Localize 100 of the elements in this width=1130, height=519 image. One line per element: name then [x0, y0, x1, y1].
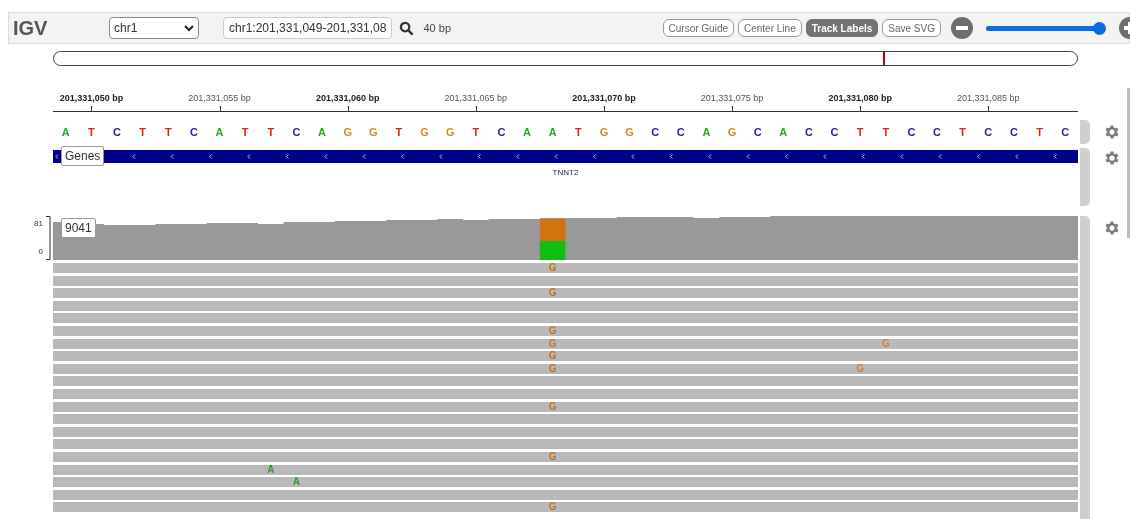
ruler-label: 201,331,065 bp — [444, 92, 508, 105]
sequence-base: G — [624, 124, 635, 140]
read-alignment[interactable]: G — [53, 325, 1078, 336]
chromosome-select[interactable]: chr1 — [109, 17, 199, 39]
read-alignment[interactable] — [53, 489, 1078, 500]
read-alignment[interactable]: G — [53, 351, 1078, 362]
sequence-base: A — [522, 124, 533, 140]
mismatch-base: G — [548, 400, 557, 413]
toolbar-button[interactable]: Track Labels — [805, 19, 879, 37]
sequence-base: C — [983, 124, 994, 140]
sequence-base: C — [829, 124, 840, 140]
sequence-base: C — [188, 124, 199, 140]
mismatch-base: G — [548, 287, 557, 300]
read-alignment[interactable] — [53, 313, 1078, 324]
mismatch-base: G — [548, 337, 557, 350]
sequence-base: G — [368, 124, 379, 140]
read-alignment[interactable]: A — [53, 464, 1078, 475]
sequence-base: T — [471, 124, 481, 140]
sequence-base: A — [214, 124, 225, 140]
mismatch-base: G — [548, 450, 557, 463]
read-alignment[interactable]: G — [53, 502, 1078, 513]
width-label: 40 bp — [423, 20, 451, 36]
ruler-label: 201,331,070 bp — [572, 92, 636, 105]
ruler-label: 201,331,085 bp — [957, 92, 1020, 105]
track-label: Genes — [61, 146, 105, 166]
toolbar-button[interactable]: Center Line — [738, 19, 802, 37]
sequence-base: A — [60, 124, 71, 140]
gene-feature[interactable] — [53, 150, 1078, 163]
allele-frequency-bar — [539, 219, 566, 260]
track-handle[interactable] — [1080, 120, 1090, 144]
settings-icon[interactable] — [1103, 123, 1121, 141]
mismatch-base: G — [881, 337, 890, 350]
ruler-label: 201,331,050 bp — [59, 92, 124, 105]
sequence-base: C — [675, 124, 686, 140]
sequence-base: G — [419, 124, 430, 140]
ruler-label: 201,331,080 bp — [828, 92, 892, 105]
sequence-base: C — [1008, 124, 1019, 140]
track-handle[interactable] — [1080, 148, 1090, 206]
scale-max: 81 — [34, 218, 43, 230]
read-alignment[interactable]: G — [53, 401, 1078, 412]
toolbar-button[interactable]: Cursor Guide — [662, 19, 734, 37]
ruler-label: 201,331,055 bp — [188, 92, 251, 105]
gene-name: TNNT2 — [552, 167, 579, 179]
sequence-base: T — [266, 124, 276, 140]
sequence-base: C — [496, 124, 507, 140]
zoom-out-icon[interactable] — [951, 17, 973, 39]
sequence-base: T — [138, 124, 148, 140]
toolbar-button[interactable]: Save SVG — [882, 19, 941, 37]
scrollbar[interactable] — [1127, 88, 1130, 238]
sequence-base: T — [87, 124, 96, 140]
sequence-base: G — [444, 124, 456, 140]
read-alignment[interactable]: G — [53, 288, 1078, 299]
ruler-label: 201,331,060 bp — [315, 92, 380, 105]
read-alignment[interactable] — [53, 300, 1078, 311]
sequence-base: T — [881, 124, 891, 140]
mismatch-base: G — [548, 501, 557, 514]
read-alignment[interactable] — [53, 275, 1078, 286]
sequence-base: C — [803, 124, 814, 140]
mismatch-base: G — [856, 362, 865, 375]
sequence-base: G — [598, 124, 610, 140]
read-alignment[interactable] — [53, 426, 1078, 437]
sequence-base: G — [342, 124, 353, 140]
sequence-base: A — [317, 124, 328, 140]
read-alignment[interactable]: G — [53, 451, 1078, 462]
mismatch-base: G — [548, 324, 557, 337]
read-alignment[interactable]: G — [53, 263, 1078, 273]
sequence-base: T — [1035, 124, 1044, 140]
track-handle[interactable] — [1080, 216, 1090, 519]
read-alignment[interactable] — [53, 414, 1078, 425]
sequence-base: T — [163, 124, 173, 140]
read-alignment[interactable]: G G — [53, 338, 1078, 349]
chevron-down-icon — [184, 24, 194, 32]
search-icon[interactable] — [399, 20, 415, 36]
mismatch-base: G — [548, 350, 557, 363]
sequence-base: C — [112, 124, 123, 140]
track-label: 9041 — [61, 218, 96, 238]
mismatch-base: A — [267, 463, 275, 476]
sequence-base: C — [650, 124, 661, 140]
read-alignment[interactable]: A — [53, 477, 1078, 488]
mismatch-base: G — [548, 262, 557, 274]
sequence-base: C — [752, 124, 763, 140]
read-alignment[interactable] — [53, 376, 1078, 387]
sequence-base: C — [932, 124, 943, 140]
read-alignment[interactable] — [53, 439, 1078, 450]
read-alignment[interactable]: G G — [53, 363, 1078, 374]
sequence-base: C — [906, 124, 917, 140]
mismatch-base: G — [548, 362, 557, 375]
sequence-base: T — [958, 124, 968, 140]
sequence-base: C — [1060, 124, 1071, 140]
mismatch-base: A — [292, 476, 301, 489]
locus-field[interactable]: chr1:201,331,049-201,331,08 — [223, 17, 393, 39]
igv-logo: IGV — [13, 16, 49, 41]
ruler-label: 201,331,075 bp — [700, 92, 764, 105]
read-alignment[interactable] — [53, 388, 1078, 399]
scale-min: 0 — [38, 246, 43, 258]
sequence-base: C — [291, 124, 302, 140]
sequence-base: T — [855, 124, 865, 140]
settings-icon[interactable] — [1103, 219, 1121, 237]
sequence-base: T — [394, 124, 404, 140]
settings-icon[interactable] — [1103, 149, 1121, 167]
